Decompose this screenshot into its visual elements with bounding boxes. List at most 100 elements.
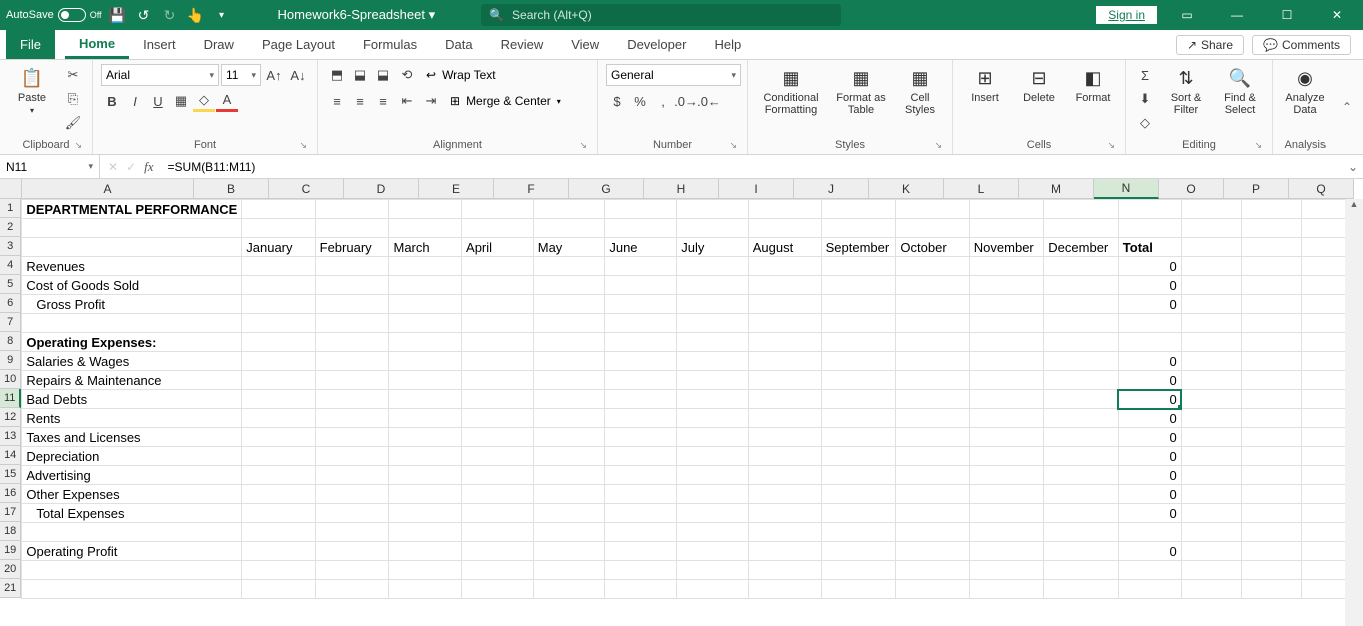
cell-D7[interactable]: [389, 314, 462, 333]
cell-E3[interactable]: April: [462, 238, 534, 257]
cell-I4[interactable]: [748, 257, 821, 276]
cell-E21[interactable]: [462, 580, 534, 599]
cell-E14[interactable]: [462, 447, 534, 466]
decrease-indent-icon[interactable]: ⇤: [396, 90, 418, 112]
cell-N14[interactable]: 0: [1118, 447, 1181, 466]
orientation-icon[interactable]: ⟲: [396, 64, 418, 86]
decrease-decimal-icon[interactable]: .0←: [698, 90, 720, 112]
cell-H19[interactable]: [677, 542, 748, 561]
cell-N5[interactable]: 0: [1118, 276, 1181, 295]
bold-icon[interactable]: B: [101, 90, 123, 112]
font-name-combo[interactable]: Arial▾: [101, 64, 219, 86]
cell-K14[interactable]: [896, 447, 969, 466]
cell-C17[interactable]: [315, 504, 389, 523]
cell-A5[interactable]: Cost of Goods Sold: [22, 276, 242, 295]
delete-cells-button[interactable]: ⊟Delete: [1015, 64, 1063, 106]
row-header-8[interactable]: 8: [0, 332, 21, 351]
cell-G13[interactable]: [605, 428, 677, 447]
cell-O16[interactable]: [1181, 485, 1241, 504]
paste-button[interactable]: 📋Paste▾: [8, 64, 56, 117]
ribbon-display-icon[interactable]: ▭: [1167, 1, 1207, 29]
cell-B4[interactable]: [242, 257, 315, 276]
cell-D20[interactable]: [389, 561, 462, 580]
cell-J8[interactable]: [821, 333, 896, 352]
cell-M16[interactable]: [1044, 485, 1119, 504]
cell-E4[interactable]: [462, 257, 534, 276]
cell-K5[interactable]: [896, 276, 969, 295]
cell-H13[interactable]: [677, 428, 748, 447]
analyze-data-button[interactable]: ◉Analyze Data: [1281, 64, 1329, 118]
cell-P21[interactable]: [1242, 580, 1302, 599]
cell-A14[interactable]: Depreciation: [22, 447, 242, 466]
cell-N15[interactable]: 0: [1118, 466, 1181, 485]
undo-icon[interactable]: ↺: [134, 5, 154, 25]
cell-E2[interactable]: [462, 219, 534, 238]
cell-C12[interactable]: [315, 409, 389, 428]
cell-M10[interactable]: [1044, 371, 1119, 390]
minimize-icon[interactable]: —: [1217, 1, 1257, 29]
cell-J19[interactable]: [821, 542, 896, 561]
find-select-button[interactable]: 🔍Find & Select: [1216, 64, 1264, 118]
cell-N21[interactable]: [1118, 580, 1181, 599]
cell-C14[interactable]: [315, 447, 389, 466]
align-top-icon[interactable]: ⬒: [326, 64, 348, 86]
cell-K7[interactable]: [896, 314, 969, 333]
conditional-formatting-button[interactable]: ▦Conditional Formatting: [756, 64, 826, 118]
cell-C21[interactable]: [315, 580, 389, 599]
cell-G19[interactable]: [605, 542, 677, 561]
cell-B5[interactable]: [242, 276, 315, 295]
row-header-11[interactable]: 11: [0, 389, 21, 408]
tab-home[interactable]: Home: [65, 30, 129, 59]
cell-N2[interactable]: [1118, 219, 1181, 238]
fx-icon[interactable]: fx: [144, 159, 153, 175]
cell-D5[interactable]: [389, 276, 462, 295]
cell-F19[interactable]: [533, 542, 605, 561]
row-header-3[interactable]: 3: [0, 237, 21, 256]
cell-L10[interactable]: [969, 371, 1044, 390]
cell-M3[interactable]: December: [1044, 238, 1119, 257]
format-painter-icon[interactable]: 🖌: [62, 112, 84, 134]
qat-more-icon[interactable]: ▾: [212, 5, 232, 25]
cell-C8[interactable]: [315, 333, 389, 352]
cell-A8[interactable]: Operating Expenses:: [22, 333, 242, 352]
cell-E11[interactable]: [462, 390, 534, 409]
font-color-icon[interactable]: A: [216, 90, 238, 112]
cell-P4[interactable]: [1242, 257, 1302, 276]
row-header-15[interactable]: 15: [0, 465, 21, 484]
cell-I17[interactable]: [748, 504, 821, 523]
fill-icon[interactable]: ⬇: [1134, 88, 1156, 110]
italic-icon[interactable]: I: [124, 90, 146, 112]
cell-P8[interactable]: [1242, 333, 1302, 352]
column-header-J[interactable]: J: [794, 179, 869, 199]
cell-I11[interactable]: [748, 390, 821, 409]
cell-J13[interactable]: [821, 428, 896, 447]
cell-B19[interactable]: [242, 542, 315, 561]
cell-A19[interactable]: Operating Profit: [22, 542, 242, 561]
cell-K11[interactable]: [896, 390, 969, 409]
cell-F20[interactable]: [533, 561, 605, 580]
cell-I16[interactable]: [748, 485, 821, 504]
cell-O14[interactable]: [1181, 447, 1241, 466]
row-header-4[interactable]: 4: [0, 256, 21, 275]
cell-L7[interactable]: [969, 314, 1044, 333]
cell-I15[interactable]: [748, 466, 821, 485]
row-header-2[interactable]: 2: [0, 218, 21, 237]
tab-file[interactable]: File: [6, 30, 55, 59]
cell-H7[interactable]: [677, 314, 748, 333]
cell-C20[interactable]: [315, 561, 389, 580]
column-header-F[interactable]: F: [494, 179, 569, 199]
cell-G21[interactable]: [605, 580, 677, 599]
cell-J17[interactable]: [821, 504, 896, 523]
tab-draw[interactable]: Draw: [190, 30, 248, 59]
cell-A6[interactable]: Gross Profit: [22, 295, 242, 314]
increase-font-icon[interactable]: A↑: [263, 64, 285, 86]
cell-N20[interactable]: [1118, 561, 1181, 580]
cell-A7[interactable]: [22, 314, 242, 333]
cell-H18[interactable]: [677, 523, 748, 542]
cell-H8[interactable]: [677, 333, 748, 352]
cell-O6[interactable]: [1181, 295, 1241, 314]
tab-formulas[interactable]: Formulas: [349, 30, 431, 59]
cell-L12[interactable]: [969, 409, 1044, 428]
cell-P1[interactable]: [1242, 200, 1302, 219]
document-title[interactable]: Homework6-Spreadsheet ▾: [278, 7, 436, 23]
